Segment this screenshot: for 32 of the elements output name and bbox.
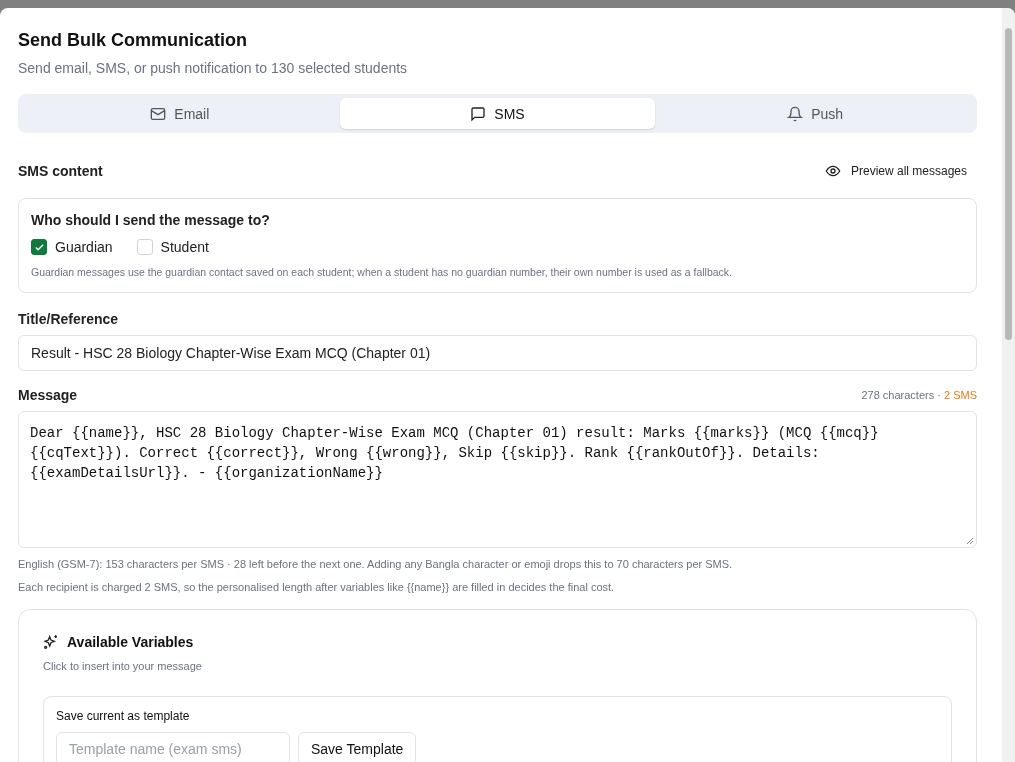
message-field[interactable]: Dear {{name}}, HSC 28 Biology Chapter-Wise Exam MCQ (Chapter 01) result: Marks {{marks}} (MCQ {{mcq}} {{cqText}}). Correct {{correct}}, Wrong {{wrong}}, Skip {{skip}}. Rank {{rankOutOf}}. Details: {{examDetailsUrl}}. - {{organizationName}}	[18, 411, 977, 548]
checkbox[interactable]	[31, 239, 47, 255]
checkbox-label[interactable]: Guardian	[55, 239, 113, 255]
checkbox-label[interactable]: Student	[160, 239, 209, 255]
hint-text: English (GSM-7): 153 characters per SMS · 28 left before the next one. Adding any Bangla character or emoji drops this to 70 characters per SMS.	[18, 558, 734, 570]
resize-handle-icon[interactable]	[966, 537, 974, 545]
scrollbar-thumb[interactable]	[1005, 28, 1012, 340]
eye-icon	[824, 163, 841, 179]
hint-text: Each recipient is charged 2 SMS, so the personalised length after variables like {{name}} are filled in decides the final cost.	[18, 581, 616, 593]
field-label: Message	[18, 387, 78, 403]
template-label: Save current as template	[56, 709, 191, 723]
recipient-note: Guardian messages use the guardian contact saved on each student; when a student has no guardian number, their own number is used as a fallback.	[31, 266, 734, 278]
recipient-question: Who should I send the message to?	[31, 212, 271, 228]
variables-subtitle: Click to insert into your message	[43, 660, 203, 672]
mail-icon	[150, 105, 167, 122]
variables-title: Available Variables	[67, 634, 194, 650]
dialog-subtitle: Send email, SMS, or push notification to 130 selected students	[18, 60, 409, 76]
title-field[interactable]: Result - HSC 28 Biology Chapter-Wise Exam MCQ (Chapter 01)	[18, 335, 977, 371]
tab[interactable]: Push	[657, 98, 973, 129]
template-name-field[interactable]: Template name (exam sms)	[56, 732, 290, 762]
sparkles-icon	[43, 634, 59, 650]
tab[interactable]: Email	[22, 98, 338, 129]
save-template-button[interactable]: Save Template	[298, 732, 417, 762]
preview-button[interactable]: Preview all messages	[824, 163, 977, 179]
tab[interactable]: SMS	[339, 98, 656, 129]
section-heading: SMS content	[18, 163, 103, 179]
check-icon	[33, 241, 45, 253]
character-count: 278 characters · 2 SMS	[861, 389, 977, 401]
field-label: Title/Reference	[18, 311, 120, 327]
chat-bubble-icon	[470, 105, 487, 122]
dialog-title: Send Bulk Communication	[18, 30, 249, 51]
bell-icon	[787, 105, 804, 122]
